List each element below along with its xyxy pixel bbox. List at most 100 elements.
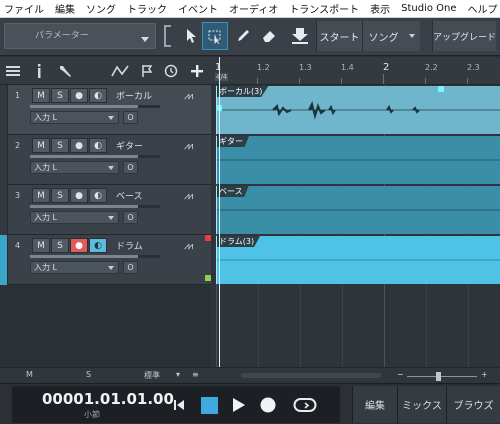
input-select[interactable]: 入力 L [30,211,119,224]
zoom-out-icon[interactable]: − [397,370,404,379]
menu-view[interactable]: 表示 [370,1,390,16]
solo-all-toggle[interactable]: S [86,370,91,379]
menu-lines-icon[interactable] [4,63,22,79]
loop-button[interactable] [292,396,318,414]
track-header-bass[interactable]: 3 M S ● ◐ ベース ⩘⩘ 入力 L O [0,185,211,235]
range-tool-icon[interactable] [202,22,228,50]
monitor-toggle[interactable]: O [123,211,138,224]
monitor-button[interactable]: ◐ [89,238,107,253]
mute-button[interactable]: M [32,238,50,253]
caret-down-icon[interactable]: ▾ [176,370,180,379]
monitor-toggle[interactable]: O [123,261,138,274]
time-display[interactable]: 00001.01.01.00 [42,390,174,408]
zoom-slider[interactable] [407,376,477,377]
clock-icon[interactable] [162,63,180,79]
record-arm-button[interactable]: ● [70,88,88,103]
menu-track[interactable]: トラック [127,1,167,16]
solo-button[interactable]: S [51,138,69,153]
input-select[interactable]: 入力 L [30,261,119,274]
monitor-toggle[interactable]: O [123,161,138,174]
automation-icon[interactable] [110,63,130,79]
parameter-field[interactable]: パラメーター [4,23,156,49]
transport-bar: 00001.01.01.00 小節 編集 ミックス ブラウズ [0,383,500,424]
record-indicator [205,235,211,241]
solo-button[interactable]: S [51,188,69,203]
bounce-tool-icon[interactable] [286,22,314,50]
mute-all-toggle[interactable]: M [26,370,33,379]
audio-waveform-icon: ⩘⩘ [184,191,193,202]
mix-view-button[interactable]: ミックス [397,386,446,423]
monitor-button[interactable]: ◐ [89,88,107,103]
mute-button[interactable]: M [32,88,50,103]
record-arm-button[interactable]: ● [70,188,88,203]
audio-clip[interactable]: ドラム(3) [216,236,500,284]
rewind-icon[interactable] [172,396,186,414]
record-arm-button[interactable]: ● [70,138,88,153]
start-button[interactable]: スタート [316,21,362,51]
menu-file[interactable]: ファイル [4,1,44,16]
zoom-in-icon[interactable]: + [481,370,488,379]
eraser-tool-icon[interactable] [256,22,282,50]
wrench-icon[interactable] [56,63,74,79]
ruler-line [467,78,468,84]
track-number: 2 [15,141,21,150]
arrange-view[interactable]: ボーカル(3) ギター ベース ドラム(3) [205,85,500,367]
track-number: 1 [15,91,21,100]
monitor-button[interactable]: ◐ [89,188,107,203]
menu-studio-one[interactable]: Studio One [401,3,456,14]
input-label: 入力 L [34,113,57,122]
menu-event[interactable]: イベント [178,1,218,16]
input-select[interactable]: 入力 L [30,111,119,124]
audio-clip[interactable]: ボーカル(3) [216,86,500,134]
track-name[interactable]: ギター [116,139,143,152]
record-arm-button[interactable]: ● [70,238,88,253]
input-select[interactable]: 入力 L [30,161,119,174]
menu-audio[interactable]: オーディオ [229,1,278,16]
audio-waveform-icon: ⩘⩘ [184,141,193,152]
info-icon[interactable] [30,63,48,79]
upgrade-button[interactable]: アップグレード [432,21,496,51]
track-name[interactable]: ドラム [116,239,143,252]
track-meter [30,255,160,258]
ruler-line [299,78,300,84]
edit-view-button[interactable]: 編集 [352,386,397,423]
mute-button[interactable]: M [32,188,50,203]
track-strip [0,85,8,135]
stop-button[interactable] [200,396,218,414]
arrow-tool-icon[interactable] [178,22,204,50]
timeline-ruler[interactable]: 1 1.2 1.3 1.4 2 2.2 2.3 4/4 [211,57,500,85]
menu-transport[interactable]: トランスポート [289,1,359,16]
mute-button[interactable]: M [32,138,50,153]
preset-select[interactable]: 標準 [144,370,160,381]
monitor-toggle[interactable]: O [123,111,138,124]
audio-waveform-icon: ⩘⩘ [184,91,193,102]
record-button[interactable] [259,396,277,414]
track-header-vocal[interactable]: 1 M S ● ◐ ボーカル ⩘⩘ 入力 L O [0,85,211,135]
monitor-button[interactable]: ◐ [89,138,107,153]
pencil-tool-icon[interactable] [230,22,256,50]
flag-icon[interactable] [138,63,156,79]
menu-edit[interactable]: 編集 [55,1,75,16]
solo-button[interactable]: S [51,88,69,103]
add-track-icon[interactable] [188,63,206,79]
track-name[interactable]: ベース [116,189,143,202]
audio-clip[interactable]: ギター [216,136,500,184]
track-list-empty-area [0,287,211,367]
audio-clip[interactable]: ベース [216,186,500,234]
menu-song[interactable]: ソング [86,1,116,16]
zoom-slider-knob[interactable] [436,372,441,381]
solo-button[interactable]: S [51,238,69,253]
track-header-guitar[interactable]: 2 M S ● ◐ ギター ⩘⩘ 入力 L O [0,135,211,185]
chevron-down-icon[interactable] [141,37,149,42]
song-button[interactable]: ソング [362,21,420,51]
play-button[interactable] [231,396,247,414]
horizontal-scrollbar[interactable] [241,373,381,378]
track-header-drums[interactable]: 4 M S ● ◐ ドラム ⩘⩘ 入力 L O [0,235,211,285]
list-icon[interactable]: ≡ [192,370,199,379]
browse-view-button[interactable]: ブラウズ [446,386,500,423]
track-name[interactable]: ボーカル [116,89,152,102]
menu-help[interactable]: ヘルプ [468,1,498,16]
playhead[interactable] [219,57,220,367]
loop-marker[interactable] [438,86,444,92]
input-label: 入力 L [34,213,57,222]
